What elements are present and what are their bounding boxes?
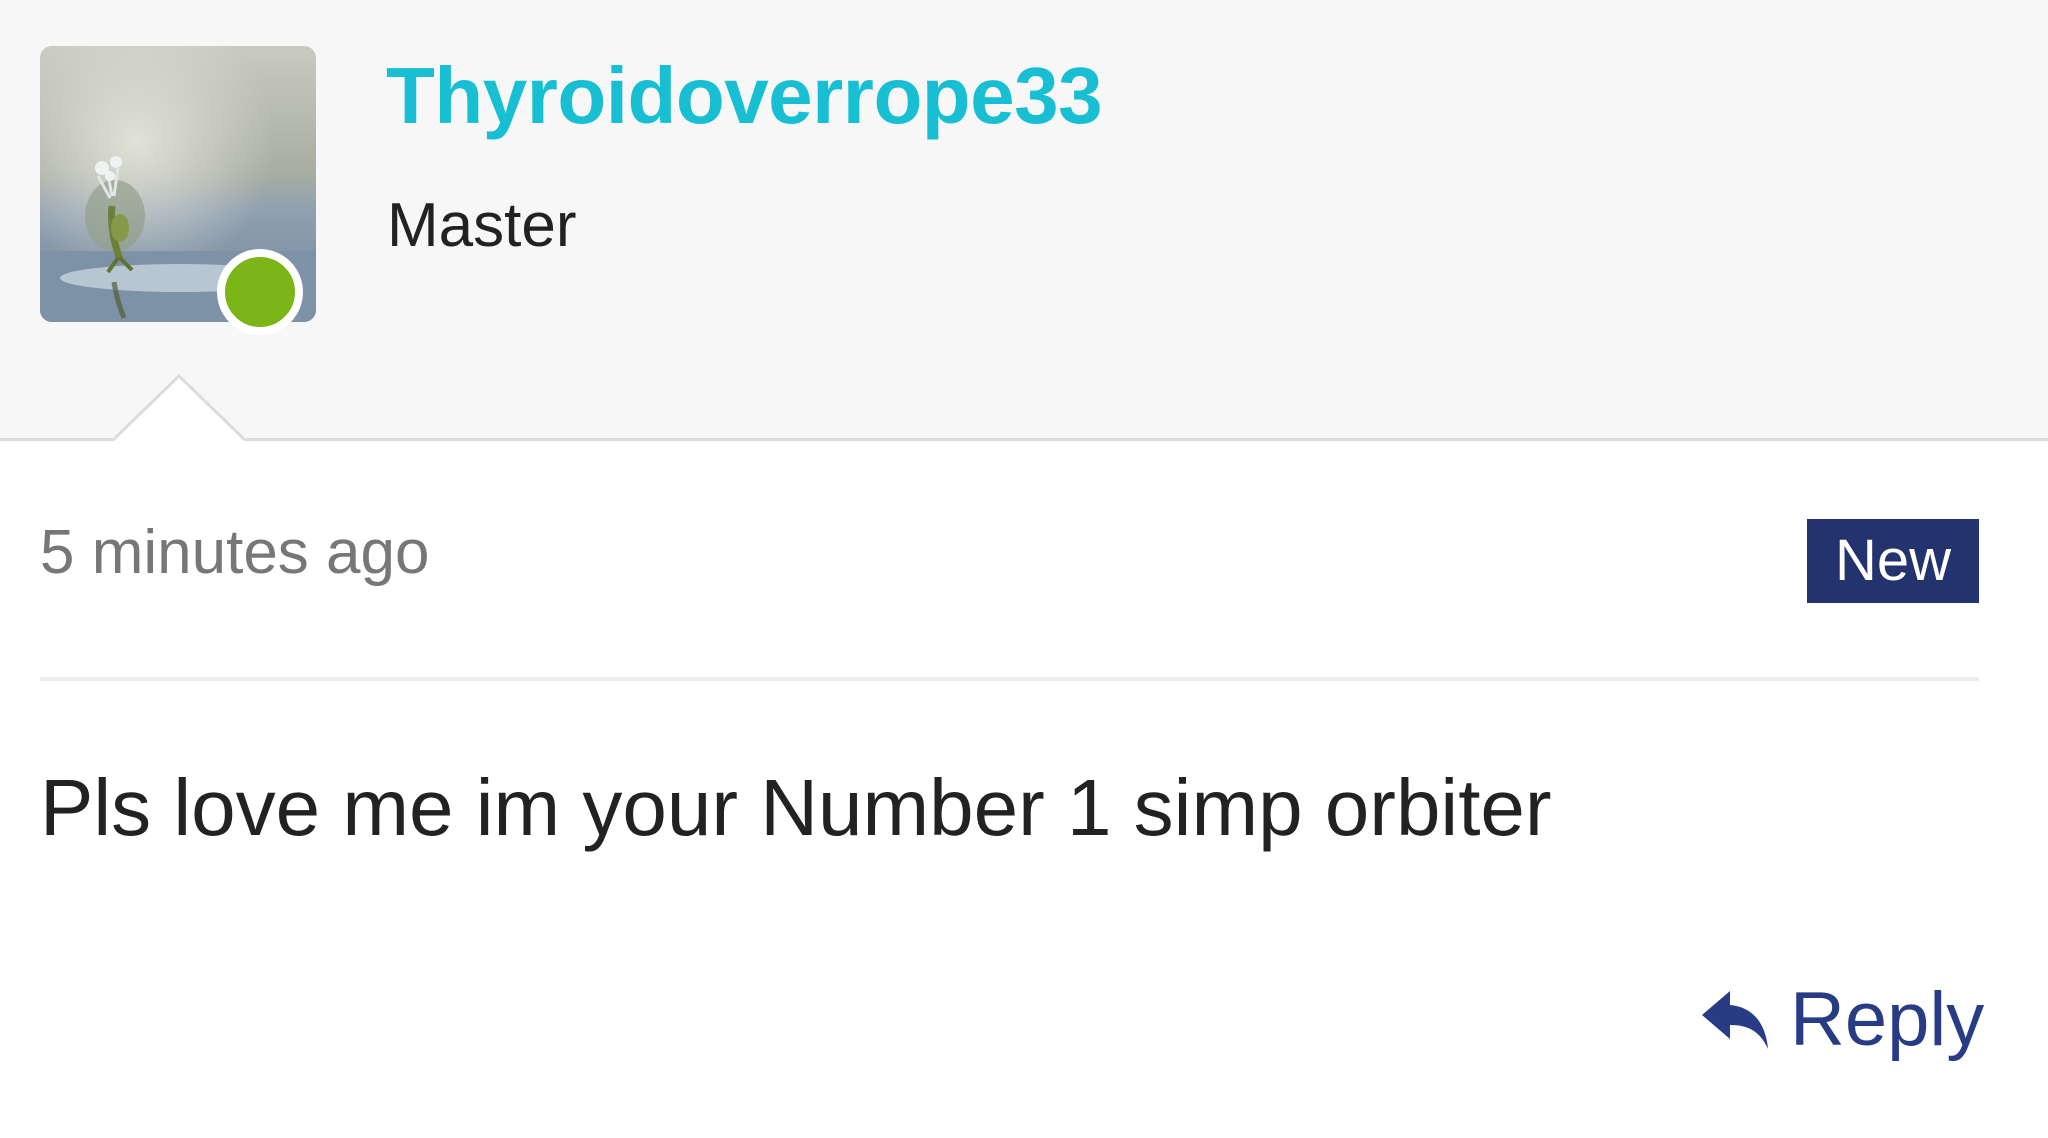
reply-arrow-icon [1702, 991, 1768, 1049]
avatar-container[interactable] [40, 46, 316, 335]
comment-body: Pls love me im your Number 1 simp orbite… [40, 763, 1552, 852]
new-badge: New [1807, 519, 1979, 603]
author-username[interactable]: Thyroidoverrope33 [386, 56, 1103, 136]
comment-post: Thyroidoverrope33 Master 5 minutes ago N… [0, 0, 2048, 1138]
reply-label: Reply [1790, 977, 1985, 1062]
post-timestamp[interactable]: 5 minutes ago [40, 522, 429, 584]
online-status-indicator [217, 249, 303, 335]
reply-button[interactable]: Reply [1700, 975, 1984, 1065]
divider [40, 677, 1979, 681]
header-pointer [114, 374, 244, 441]
author-rank: Master [387, 191, 577, 260]
user-header: Thyroidoverrope33 Master [0, 0, 2048, 441]
